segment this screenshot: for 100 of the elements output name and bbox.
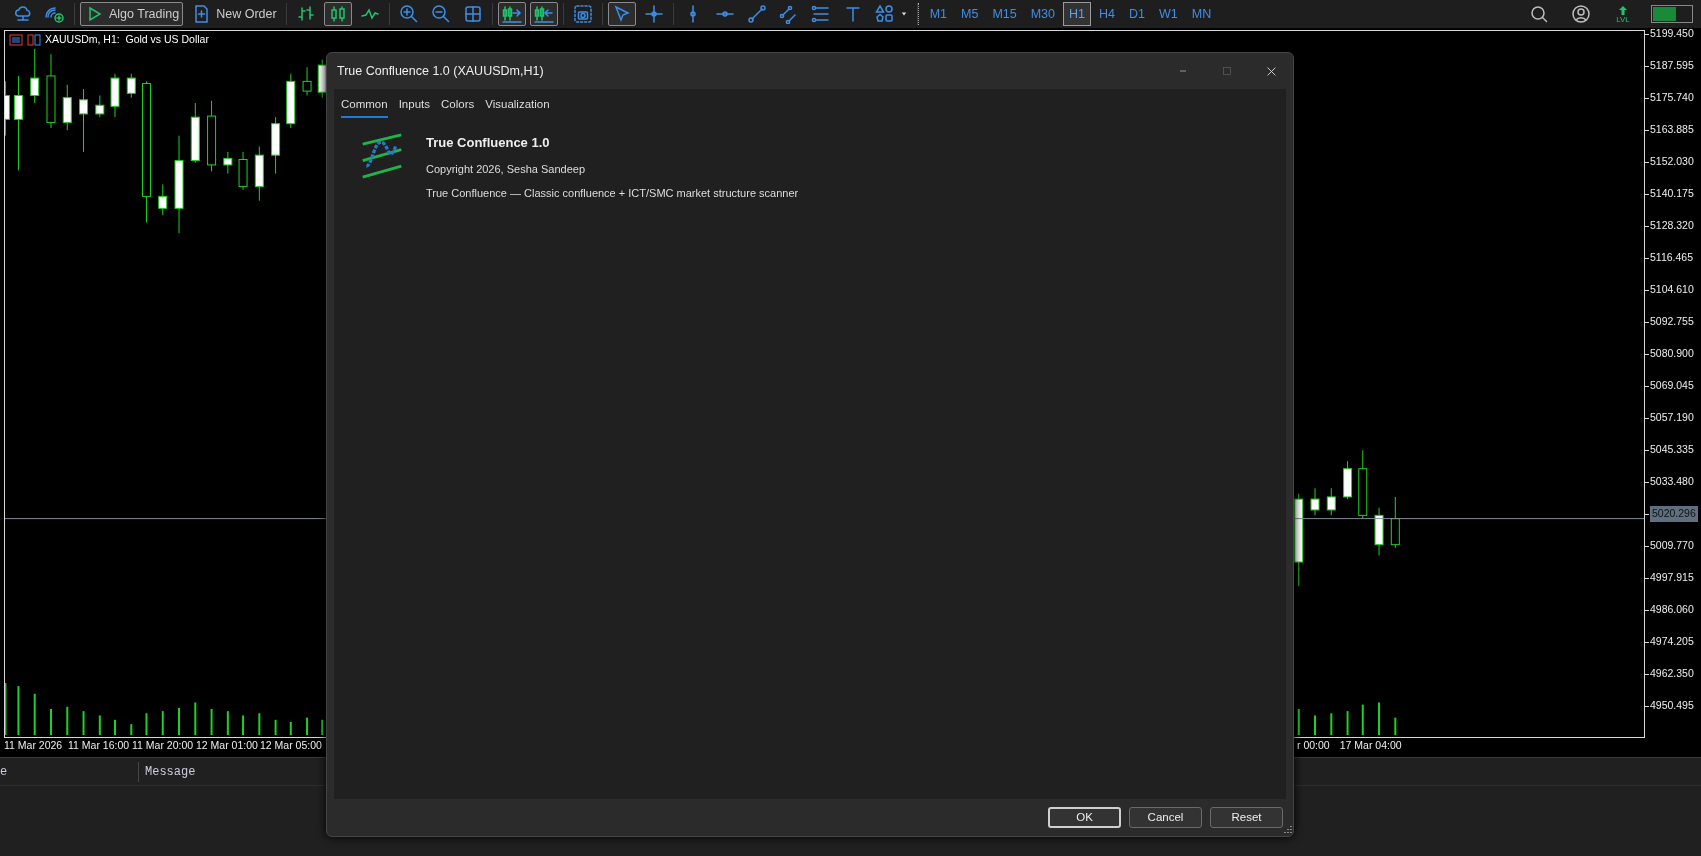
candle bbox=[1310, 487, 1320, 516]
camera-icon bbox=[572, 4, 593, 24]
candle bbox=[1390, 496, 1400, 549]
maximize-icon bbox=[1221, 65, 1233, 77]
column-header: e bbox=[0, 761, 139, 782]
fibonacci-icon bbox=[810, 4, 831, 24]
shapes-icon bbox=[874, 4, 895, 24]
indicator-logo-icon bbox=[360, 133, 404, 180]
crosshair-icon bbox=[643, 4, 664, 24]
price-label: 5116.465 bbox=[1650, 250, 1693, 266]
price-label: 5128.320 bbox=[1650, 218, 1694, 234]
candle bbox=[271, 116, 281, 175]
bar-chart-icon bbox=[295, 4, 316, 24]
candle bbox=[207, 100, 217, 172]
price-label: 4962.350 bbox=[1650, 666, 1694, 682]
chart-shift-icon bbox=[501, 4, 522, 24]
price-label: 5104.610 bbox=[1650, 282, 1694, 298]
list-icon bbox=[9, 32, 23, 47]
time-label: 11 Mar 16:00 bbox=[68, 738, 131, 753]
price-label: 5057.190 bbox=[1650, 410, 1694, 426]
zoom-out-icon bbox=[430, 4, 451, 24]
dialog-tab[interactable]: Visualization bbox=[485, 94, 550, 119]
grid-icon bbox=[462, 4, 483, 24]
timeframe-tab[interactable]: H4 bbox=[1093, 2, 1121, 26]
dialog-tab[interactable]: Common bbox=[341, 94, 388, 119]
price-label: 5045.335 bbox=[1650, 442, 1694, 458]
candle bbox=[79, 88, 89, 153]
zoom-in-icon bbox=[398, 4, 419, 24]
timeframe-tab[interactable]: MN bbox=[1185, 2, 1218, 26]
candle bbox=[5, 80, 10, 137]
candle bbox=[254, 146, 264, 202]
candle bbox=[286, 73, 296, 129]
signal-icon bbox=[45, 4, 65, 24]
level-button[interactable]: LVL bbox=[1609, 2, 1637, 26]
candle bbox=[62, 84, 72, 131]
candle bbox=[95, 95, 105, 118]
time-label: 17 Mar 04:00 bbox=[1339, 738, 1402, 753]
dialog-tab[interactable]: Colors bbox=[441, 94, 475, 119]
candle bbox=[126, 73, 136, 99]
candle bbox=[223, 151, 233, 175]
candle bbox=[302, 66, 312, 96]
cloud-icon bbox=[13, 4, 33, 24]
price-label: 5175.740 bbox=[1650, 90, 1694, 106]
candle bbox=[1343, 460, 1353, 500]
new-order-button[interactable]: New Order bbox=[187, 2, 281, 26]
description-text: True Confluence — Classic confluence + ICT/SMC market structure scanner bbox=[426, 186, 799, 202]
resize-grip-icon bbox=[1282, 825, 1292, 835]
price-label: 5033.480 bbox=[1650, 474, 1694, 490]
up-arrow-icon bbox=[1618, 4, 1628, 16]
price-label: 5069.045 bbox=[1650, 378, 1694, 394]
price-label: 5199.450 bbox=[1650, 26, 1694, 42]
window-title: True Confluence 1.0 (XAUUSDm,H1) bbox=[337, 62, 545, 80]
dialog-button[interactable]: OK bbox=[1048, 807, 1121, 828]
auto-scroll-icon bbox=[533, 4, 554, 24]
time-label: r 00:00 bbox=[1297, 738, 1330, 753]
dialog-button[interactable]: Reset bbox=[1210, 807, 1283, 828]
price-label: 5152.030 bbox=[1650, 154, 1694, 170]
timeframe-tab[interactable]: W1 bbox=[1153, 2, 1184, 26]
dialog-tab[interactable]: Inputs bbox=[398, 94, 430, 119]
chart-windows-icon bbox=[27, 32, 41, 47]
timeframe-tab[interactable]: M5 bbox=[955, 2, 985, 26]
timeframe-tab[interactable]: M15 bbox=[986, 2, 1023, 26]
time-label: 12 Mar 01:00 bbox=[196, 738, 259, 753]
price-label: 4950.495 bbox=[1650, 698, 1694, 714]
price-label: 4974.205 bbox=[1650, 634, 1694, 650]
price-label: 4986.060 bbox=[1650, 602, 1694, 618]
current-price-label: 5020.296 bbox=[1650, 506, 1698, 522]
price-label: 5009.770 bbox=[1650, 538, 1694, 554]
account-icon bbox=[1571, 4, 1591, 24]
indicator-name: True Confluence 1.0 bbox=[426, 134, 551, 153]
time-label: 12 Mar 05:00 bbox=[260, 738, 323, 753]
vertical-line-icon bbox=[689, 5, 696, 23]
candle bbox=[1374, 507, 1384, 556]
time-label: 11 Mar 2026 bbox=[4, 738, 64, 753]
price-label: 5080.900 bbox=[1650, 346, 1694, 362]
price-label: 5163.885 bbox=[1650, 122, 1694, 138]
timeframe-tab[interactable]: M30 bbox=[1024, 2, 1062, 26]
dialog-button[interactable]: Cancel bbox=[1129, 807, 1202, 828]
candle bbox=[1358, 449, 1368, 520]
trend-line-icon bbox=[746, 4, 767, 24]
column-header: Message bbox=[144, 763, 196, 781]
price-label: 5187.595 bbox=[1650, 58, 1694, 74]
candle bbox=[238, 151, 248, 191]
candle bbox=[158, 183, 168, 216]
time-label: 11 Mar 20:00 bbox=[132, 738, 195, 753]
price-label: 5140.175 bbox=[1650, 186, 1694, 202]
timeframe-tab[interactable]: M1 bbox=[923, 2, 953, 26]
chart-shift-button[interactable] bbox=[497, 2, 526, 26]
timeframe-tab[interactable]: H1 bbox=[1063, 2, 1091, 26]
cursor-button[interactable] bbox=[607, 2, 636, 26]
auto-scroll-button[interactable] bbox=[529, 2, 558, 26]
candle bbox=[110, 73, 120, 118]
search-icon bbox=[1529, 4, 1549, 24]
timeframe-tab[interactable]: D1 bbox=[1123, 2, 1151, 26]
channel-icon bbox=[778, 4, 799, 24]
chart-title: XAUUSDm, H1: Gold vs US Dollar bbox=[45, 32, 209, 47]
candlestick-chart-button[interactable] bbox=[323, 2, 352, 26]
candle bbox=[30, 48, 40, 104]
algo-trading-button[interactable]: Algo Trading bbox=[80, 2, 184, 26]
candle bbox=[1326, 487, 1336, 516]
